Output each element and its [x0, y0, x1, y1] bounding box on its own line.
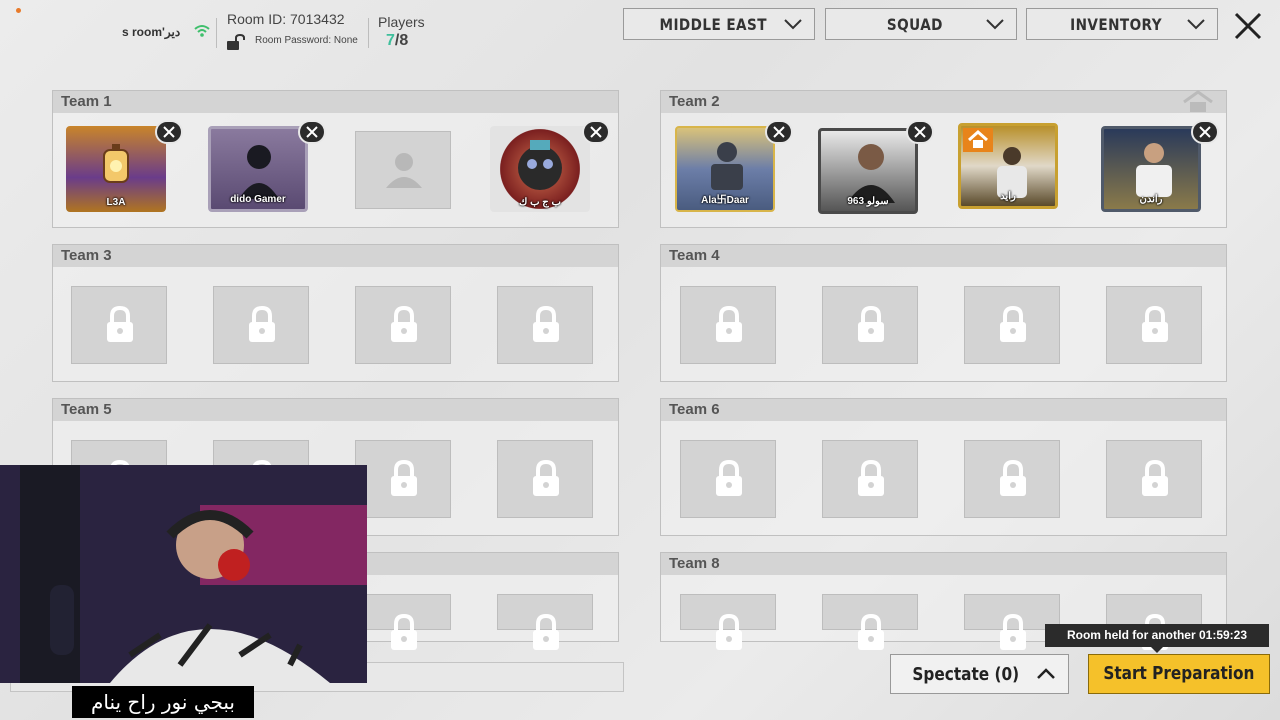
- players-label: Players: [378, 14, 425, 30]
- lock-icon: [711, 459, 747, 499]
- team-title: Team 3: [53, 245, 618, 267]
- streamer-camera-image: [0, 465, 367, 683]
- spectate-button[interactable]: Spectate (0): [890, 654, 1069, 694]
- player-avatar[interactable]: راندن: [1101, 126, 1201, 212]
- lock-icon: [528, 305, 564, 345]
- lock-icon: [1137, 305, 1173, 345]
- lock-icon: [711, 613, 747, 653]
- lock-icon: [853, 305, 889, 345]
- locked-slot[interactable]: [213, 286, 309, 364]
- lock-icon: [995, 459, 1031, 499]
- kick-button[interactable]: [155, 120, 183, 144]
- lock-icon: [386, 613, 422, 653]
- kick-button[interactable]: [765, 120, 793, 144]
- portrait-icon: [847, 144, 895, 203]
- notification-dot: [16, 8, 21, 13]
- close-icon: [590, 126, 602, 138]
- team-title: Team 4: [661, 245, 1226, 267]
- locked-slot[interactable]: [497, 594, 593, 650]
- locked-slot[interactable]: [822, 286, 918, 364]
- chevron-down-icon: [986, 19, 1004, 30]
- locked-slot[interactable]: [1106, 286, 1202, 364]
- locked-slot[interactable]: [964, 286, 1060, 364]
- room-id: Room ID: 7013432: [227, 11, 345, 27]
- locked-slot[interactable]: [355, 440, 451, 518]
- room-name: s room'دير: [122, 25, 181, 39]
- lock-icon: [1137, 459, 1173, 499]
- mode-dropdown[interactable]: SQUAD: [825, 8, 1017, 40]
- lantern-icon: [103, 144, 129, 183]
- team-title: Team 5: [53, 399, 618, 421]
- close-icon: [914, 126, 926, 138]
- locked-slot[interactable]: [822, 440, 918, 518]
- subtitle-caption: ببجي نور راح ينام: [72, 686, 254, 718]
- wifi-icon: [194, 25, 210, 37]
- webcam-overlay: [0, 465, 367, 683]
- header-divider: [368, 18, 369, 48]
- lock-icon: [386, 305, 422, 345]
- lock-icon: [711, 305, 747, 345]
- region-dropdown[interactable]: MIDDLE EAST: [623, 8, 815, 40]
- player-avatar[interactable]: L3A: [66, 126, 166, 212]
- locked-slot[interactable]: [680, 286, 776, 364]
- header-divider: [216, 18, 217, 48]
- player-avatar[interactable]: رايد: [958, 123, 1058, 209]
- lock-icon: [386, 459, 422, 499]
- kick-button[interactable]: [298, 120, 326, 144]
- locked-slot[interactable]: [497, 286, 593, 364]
- player-avatar[interactable]: dido Gamer: [208, 126, 308, 212]
- player-avatar[interactable]: 963 سولو: [818, 128, 918, 214]
- chevron-down-icon: [784, 19, 802, 30]
- team-title: Team 8: [661, 553, 1226, 575]
- players-count: 7/8: [386, 32, 409, 49]
- player-figure-icon: [1136, 143, 1172, 197]
- room-password: Room Password: None: [255, 35, 358, 46]
- lock-icon: [528, 613, 564, 653]
- locked-slot[interactable]: [355, 286, 451, 364]
- kick-button[interactable]: [906, 120, 934, 144]
- close-icon: [1199, 126, 1211, 138]
- close-icon[interactable]: [1232, 10, 1264, 42]
- lock-icon: [853, 459, 889, 499]
- lock-icon: [528, 459, 564, 499]
- close-icon: [773, 126, 785, 138]
- empty-slot[interactable]: [355, 131, 451, 209]
- person-icon: [386, 153, 422, 188]
- locked-slot[interactable]: [680, 440, 776, 518]
- team-title: Team 1: [53, 91, 618, 113]
- room-timer-tooltip: Room held for another 01:59:23: [1045, 624, 1269, 653]
- silhouette-icon: [239, 145, 279, 199]
- soldier-icon: [711, 142, 743, 190]
- start-preparation-button[interactable]: Start Preparation: [1088, 654, 1270, 694]
- team-title: Team 2: [661, 91, 1226, 113]
- locked-slot[interactable]: [1106, 440, 1202, 518]
- close-icon: [306, 126, 318, 138]
- player-avatar[interactable]: Ala卐Daar: [675, 126, 775, 212]
- chevron-up-icon: [1037, 668, 1056, 679]
- player-avatar[interactable]: ب ج ب ك: [490, 126, 590, 212]
- lock-icon: [995, 305, 1031, 345]
- lock-icon: [853, 613, 889, 653]
- team-title: Team 6: [661, 399, 1226, 421]
- locked-slot[interactable]: [964, 440, 1060, 518]
- lock-icon: [102, 305, 138, 345]
- kick-button[interactable]: [1191, 120, 1219, 144]
- locked-slot[interactable]: [71, 286, 167, 364]
- robot-mask-icon: [518, 140, 562, 190]
- lock-icon: [995, 613, 1031, 653]
- locked-slot[interactable]: [497, 440, 593, 518]
- kick-button[interactable]: [582, 120, 610, 144]
- home-icon: [1183, 90, 1213, 112]
- close-icon: [163, 126, 175, 138]
- lock-icon: [244, 305, 280, 345]
- locked-slot[interactable]: [355, 594, 451, 650]
- locked-slot[interactable]: [680, 594, 776, 650]
- inventory-dropdown[interactable]: INVENTORY: [1026, 8, 1218, 40]
- locked-slot[interactable]: [822, 594, 918, 650]
- chevron-down-icon: [1187, 19, 1205, 30]
- unlock-icon: [227, 34, 245, 50]
